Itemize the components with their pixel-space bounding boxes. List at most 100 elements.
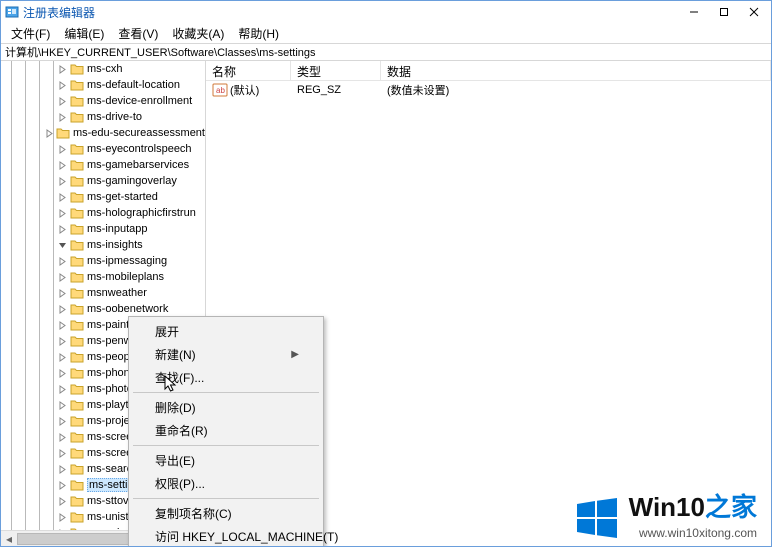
cm-new[interactable]: 新建(N)▶: [131, 343, 321, 366]
tree-item[interactable]: ms-default-location: [1, 77, 205, 93]
expander-closed-icon[interactable]: [57, 208, 68, 219]
tree-item-label: ms-gamebarservices: [87, 159, 189, 171]
tree-item-label: ms-oobenetwork: [87, 303, 168, 315]
tree-item[interactable]: ms-edu-secureassessment: [1, 125, 205, 141]
expander-closed-icon[interactable]: [57, 288, 68, 299]
value-data: (数值未设置): [381, 82, 771, 98]
folder-icon: [70, 111, 84, 123]
expander-closed-icon[interactable]: [57, 480, 68, 491]
expander-closed-icon[interactable]: [57, 272, 68, 283]
app-title: 注册表编辑器: [23, 4, 95, 21]
expander-closed-icon[interactable]: [57, 80, 68, 91]
expander-closed-icon[interactable]: [57, 176, 68, 187]
tree-item-label: ms-default-location: [87, 79, 180, 91]
expander-closed-icon[interactable]: [57, 160, 68, 171]
scroll-left-button[interactable]: ◂: [1, 531, 17, 546]
cm-copy-key-name[interactable]: 复制项名称(C): [131, 502, 321, 525]
expander-closed-icon[interactable]: [57, 224, 68, 235]
windows-logo-icon: [575, 496, 619, 540]
folder-icon: [70, 271, 84, 283]
tree-item[interactable]: ms-eyecontrolspeech: [1, 141, 205, 157]
tree-item[interactable]: ms-mobileplans: [1, 269, 205, 285]
folder-icon: [70, 415, 84, 427]
value-name: (默认): [230, 82, 259, 98]
expander-closed-icon[interactable]: [57, 352, 68, 363]
expander-closed-icon[interactable]: [57, 464, 68, 475]
scroll-thumb[interactable]: [17, 533, 137, 545]
minimize-button[interactable]: [679, 2, 709, 22]
address-bar[interactable]: 计算机\HKEY_CURRENT_USER\Software\Classes\m…: [1, 43, 771, 61]
tree-item-label: ms-mobileplans: [87, 271, 164, 283]
folder-icon: [70, 79, 84, 91]
folder-icon: [70, 447, 84, 459]
folder-icon: [70, 159, 84, 171]
expander-closed-icon[interactable]: [57, 112, 68, 123]
expander-closed-icon[interactable]: [57, 336, 68, 347]
cm-find[interactable]: 查找(F)...: [131, 366, 321, 389]
expander-closed-icon[interactable]: [57, 192, 68, 203]
expander-closed-icon[interactable]: [45, 128, 54, 139]
tree-item[interactable]: ms-device-enrollment: [1, 93, 205, 109]
column-name[interactable]: 名称: [206, 61, 291, 80]
tree-item[interactable]: ms-insights: [1, 237, 205, 253]
expander-closed-icon[interactable]: [57, 96, 68, 107]
folder-icon: [70, 303, 84, 315]
close-button[interactable]: [739, 2, 769, 22]
tree-item-label: ms-inputapp: [87, 223, 148, 235]
cm-separator-1: [133, 392, 319, 393]
expander-closed-icon[interactable]: [57, 432, 68, 443]
cm-delete[interactable]: 删除(D): [131, 396, 321, 419]
cm-expand[interactable]: 展开: [131, 320, 321, 343]
menu-file[interactable]: 文件(F): [5, 24, 56, 43]
menu-view[interactable]: 查看(V): [112, 24, 164, 43]
folder-icon: [70, 95, 84, 107]
folder-icon: [70, 383, 84, 395]
folder-icon: [70, 479, 84, 491]
cm-export[interactable]: 导出(E): [131, 449, 321, 472]
expander-closed-icon[interactable]: [57, 416, 68, 427]
expander-closed-icon[interactable]: [57, 304, 68, 315]
tree-item[interactable]: ms-holographicfirstrun: [1, 205, 205, 221]
expander-closed-icon[interactable]: [57, 512, 68, 523]
watermark: Win10之家 www.win10xitong.com: [575, 487, 757, 540]
watermark-brand-suffix: 之家: [705, 492, 757, 522]
menu-edit[interactable]: 编辑(E): [58, 24, 110, 43]
folder-icon: [70, 335, 84, 347]
expander-closed-icon[interactable]: [57, 496, 68, 507]
expander-closed-icon[interactable]: [57, 64, 68, 75]
cm-rename[interactable]: 重命名(R): [131, 419, 321, 442]
expander-open-icon[interactable]: [57, 240, 68, 251]
folder-icon: [70, 351, 84, 363]
value-row-default[interactable]: ab (默认) REG_SZ (数值未设置): [206, 81, 771, 99]
tree-item[interactable]: ms-get-started: [1, 189, 205, 205]
svg-text:ab: ab: [216, 86, 225, 95]
tree-item[interactable]: msnweather: [1, 285, 205, 301]
titlebar: 注册表编辑器: [1, 1, 771, 23]
cm-permissions[interactable]: 权限(P)...: [131, 472, 321, 495]
tree-item-label: msnweather: [87, 287, 147, 299]
menu-favorites[interactable]: 收藏夹(A): [166, 24, 230, 43]
tree-item[interactable]: ms-gamingoverlay: [1, 173, 205, 189]
column-type[interactable]: 类型: [291, 61, 381, 80]
cm-goto-hklm[interactable]: 访问 HKEY_LOCAL_MACHINE(T): [131, 525, 321, 546]
values-header: 名称 类型 数据: [206, 61, 771, 81]
tree-item[interactable]: ms-ipmessaging: [1, 253, 205, 269]
tree-item[interactable]: ms-drive-to: [1, 109, 205, 125]
maximize-button[interactable]: [709, 2, 739, 22]
tree-item[interactable]: ms-gamebarservices: [1, 157, 205, 173]
expander-closed-icon[interactable]: [57, 320, 68, 331]
expander-closed-icon[interactable]: [57, 144, 68, 155]
folder-icon: [70, 207, 84, 219]
folder-icon: [70, 63, 84, 75]
tree-item[interactable]: ms-oobenetwork: [1, 301, 205, 317]
menu-help[interactable]: 帮助(H): [232, 24, 285, 43]
expander-closed-icon[interactable]: [57, 448, 68, 459]
expander-closed-icon[interactable]: [57, 400, 68, 411]
expander-closed-icon[interactable]: [57, 256, 68, 267]
expander-closed-icon[interactable]: [57, 384, 68, 395]
expander-closed-icon[interactable]: [57, 368, 68, 379]
tree-item[interactable]: ms-cxh: [1, 61, 205, 77]
tree-item[interactable]: ms-inputapp: [1, 221, 205, 237]
column-data[interactable]: 数据: [381, 61, 771, 80]
content-area: ms-cxh ms-default-location ms-device-enrol…: [1, 61, 771, 546]
